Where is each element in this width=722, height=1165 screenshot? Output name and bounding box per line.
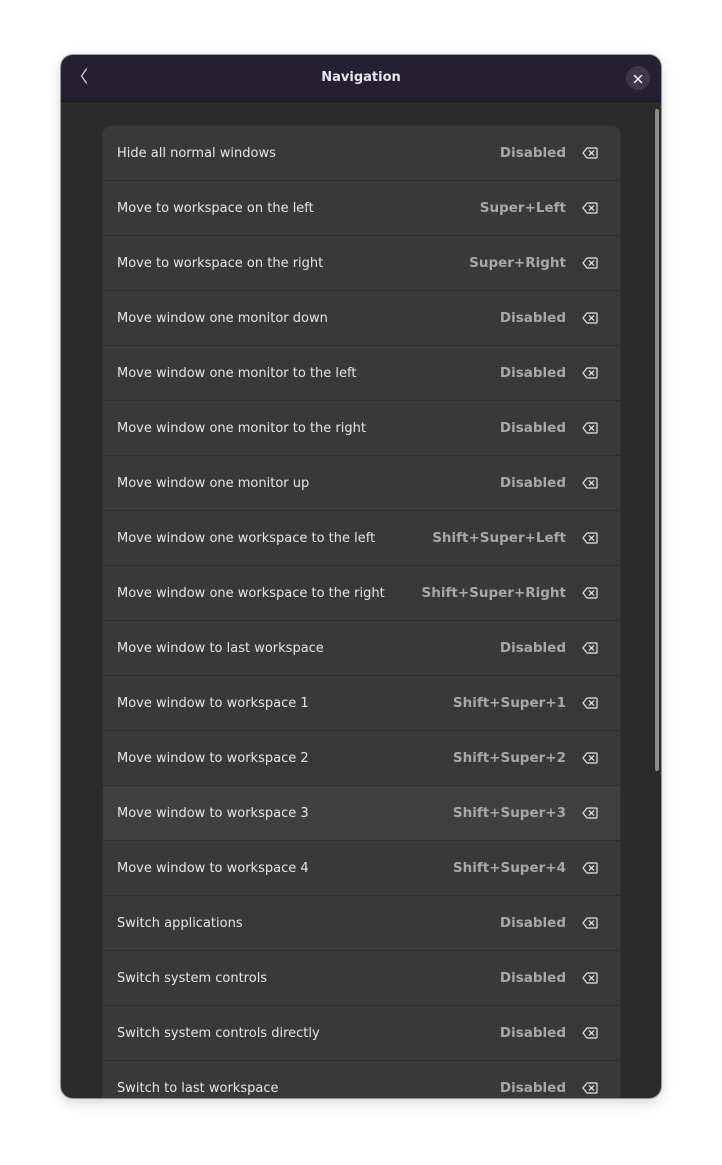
backspace-clear-icon[interactable] [581,969,599,987]
shortcut-label: Move window one monitor to the right [117,420,366,436]
shortcut-row[interactable]: Switch system controls directly Disabled [103,1006,620,1061]
backspace-clear-icon[interactable] [581,144,599,162]
shortcut-label: Move window one monitor up [117,475,310,491]
shortcut-label: Switch applications [117,915,243,931]
backspace-clear-icon[interactable] [581,804,599,822]
scroll-area[interactable]: Hide all normal windows Disabled Move to… [61,102,661,1098]
shortcut-accelerator: Disabled [499,145,566,161]
shortcut-accelerator: Shift+Super+2 [452,750,566,766]
shortcut-row[interactable]: Move window one monitor to the left Disa… [103,346,620,401]
backspace-clear-icon[interactable] [581,639,599,657]
shortcut-label: Move window to last workspace [117,640,324,656]
shortcut-row[interactable]: Move window to workspace 4 Shift+Super+4 [103,841,620,896]
shortcut-row[interactable]: Move window one workspace to the right S… [103,566,620,621]
shortcut-accelerator: Disabled [499,640,566,656]
shortcut-row[interactable]: Move window to workspace 2 Shift+Super+2 [103,731,620,786]
backspace-clear-icon[interactable] [581,419,599,437]
backspace-clear-icon[interactable] [581,254,599,272]
shortcut-label: Move to workspace on the left [117,200,314,216]
shortcut-accelerator: Shift+Super+Left [432,530,566,546]
shortcut-label: Switch to last workspace [117,1080,279,1096]
shortcut-accelerator: Shift+Super+1 [452,695,566,711]
shortcut-accelerator: Disabled [499,475,566,491]
shortcut-label: Move window to workspace 1 [117,695,309,711]
backspace-clear-icon[interactable] [581,694,599,712]
shortcut-row[interactable]: Move window one workspace to the left Sh… [103,511,620,566]
backspace-clear-icon[interactable] [581,914,599,932]
shortcut-row[interactable]: Move to workspace on the left Super+Left [103,181,620,236]
shortcut-row[interactable]: Move window one monitor up Disabled [103,456,620,511]
shortcut-row[interactable]: Move window one monitor to the right Dis… [103,401,620,456]
shortcut-row[interactable]: Switch to last workspace Disabled [103,1061,620,1098]
shortcut-label: Move window one monitor down [117,310,328,326]
shortcuts-dialog: Navigation Hide all normal windows Disab… [61,55,661,1098]
backspace-clear-icon[interactable] [581,364,599,382]
shortcut-accelerator: Disabled [499,970,566,986]
shortcut-row[interactable]: Move window to last workspace Disabled [103,621,620,676]
shortcut-label: Switch system controls directly [117,1025,320,1041]
shortcut-accelerator: Disabled [499,1080,566,1096]
shortcut-accelerator: Disabled [499,1025,566,1041]
shortcut-row[interactable]: Move window to workspace 1 Shift+Super+1 [103,676,620,731]
shortcut-row[interactable]: Move window one monitor down Disabled [103,291,620,346]
shortcut-row[interactable]: Move window to workspace 3 Shift+Super+3 [103,786,620,841]
shortcut-label: Hide all normal windows [117,145,276,161]
backspace-clear-icon[interactable] [581,1079,599,1097]
shortcut-label: Move window one monitor to the left [117,365,357,381]
shortcut-row[interactable]: Switch applications Disabled [103,896,620,951]
shortcut-row[interactable]: Switch system controls Disabled [103,951,620,1006]
backspace-clear-icon[interactable] [581,584,599,602]
shortcut-label: Switch system controls [117,970,268,986]
shortcut-label: Move window to workspace 4 [117,860,309,876]
shortcut-accelerator: Shift+Super+Right [421,585,566,601]
shortcut-row[interactable]: Move to workspace on the right Super+Rig… [103,236,620,291]
shortcut-accelerator: Disabled [499,420,566,436]
scrollbar[interactable] [655,109,659,771]
close-button[interactable] [626,66,650,90]
shortcut-label: Move window one workspace to the left [117,530,376,546]
shortcut-label: Move window one workspace to the right [117,585,385,601]
shortcut-label: Move window to workspace 2 [117,750,309,766]
page-title: Navigation [321,70,401,85]
header-bar: Navigation [61,55,661,102]
backspace-clear-icon[interactable] [581,529,599,547]
shortcut-list: Hide all normal windows Disabled Move to… [102,125,621,1098]
close-icon [633,69,643,88]
backspace-clear-icon[interactable] [581,859,599,877]
shortcut-accelerator: Disabled [499,365,566,381]
shortcut-label: Move window to workspace 3 [117,805,309,821]
shortcut-accelerator: Shift+Super+4 [452,860,566,876]
backspace-clear-icon[interactable] [581,474,599,492]
shortcut-accelerator: Super+Right [469,255,566,271]
backspace-clear-icon[interactable] [581,749,599,767]
shortcut-accelerator: Super+Left [479,200,566,216]
backspace-clear-icon[interactable] [581,199,599,217]
shortcut-row[interactable]: Hide all normal windows Disabled [103,126,620,181]
shortcut-label: Move to workspace on the right [117,255,324,271]
shortcut-accelerator: Disabled [499,310,566,326]
shortcut-accelerator: Shift+Super+3 [452,805,566,821]
backspace-clear-icon[interactable] [581,309,599,327]
shortcut-accelerator: Disabled [499,915,566,931]
backspace-clear-icon[interactable] [581,1024,599,1042]
